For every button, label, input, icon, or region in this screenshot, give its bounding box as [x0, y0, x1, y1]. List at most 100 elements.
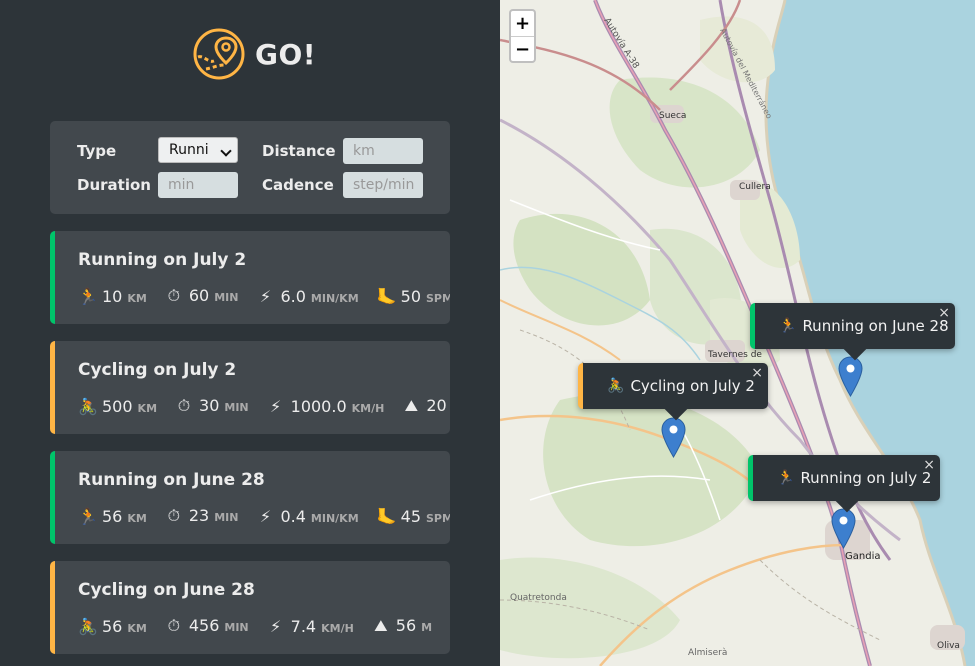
- elevation-value: 56: [395, 616, 417, 635]
- workout-details: 🏃 56 km ⏱ 23 min ⚡ 0.4 min/km 🦶 45 spm: [78, 506, 450, 526]
- duration-unit: min: [214, 291, 239, 304]
- workout-form: Type Runni Distance km Duration min Cade…: [50, 121, 450, 214]
- workout-title: Cycling on July 2: [78, 360, 237, 380]
- type-select-value: Runni: [169, 142, 209, 158]
- duration-value: 456: [188, 616, 220, 635]
- map-label: Autovía A-38: [601, 16, 640, 71]
- map[interactable]: Autovía A-38 Sueca Cullera Tavernes de G…: [500, 0, 975, 666]
- zoom-out-button[interactable]: −: [511, 36, 534, 61]
- pace-unit: min/km: [310, 291, 359, 305]
- workout-item[interactable]: Cycling on June 28 🚴 56 km ⏱ 456 min ⚡ 7.4 km/…: [50, 561, 450, 654]
- cyclist-icon: 🚴: [78, 616, 98, 636]
- map-marker-icon[interactable]: [661, 417, 686, 458]
- workout-type-bar: [50, 231, 55, 324]
- cadence-unit: spm: [426, 291, 450, 305]
- duration-placeholder: min: [168, 177, 195, 193]
- workout-item[interactable]: Running on June 28 🏃 56 km ⏱ 23 min ⚡ 0.4 min/…: [50, 451, 450, 544]
- popup-close-button[interactable]: ×: [751, 365, 763, 381]
- distance-value: 10: [102, 286, 123, 306]
- workout-pace: ⚡ 6.0 min/km: [256, 286, 359, 306]
- distance-unit: km: [137, 401, 158, 415]
- sidebar: GO! Type Runni Distance km Duration min …: [0, 0, 500, 666]
- stopwatch-icon: ⏱: [167, 506, 181, 525]
- map-pin-route-icon: [193, 28, 245, 80]
- duration-unit: min: [224, 401, 249, 414]
- speed-unit: km/h: [321, 621, 354, 635]
- foot-icon: 🦶: [376, 286, 397, 306]
- workout-speed: ⚡ 7.4 km/h: [267, 617, 354, 636]
- popup-close-button[interactable]: ×: [938, 305, 950, 321]
- workout-distance: 🚴 56 km: [78, 617, 147, 636]
- elevation-value: 20: [426, 396, 447, 415]
- duration-label: Duration: [77, 176, 151, 194]
- workout-item[interactable]: Cycling on July 2 🚴 500 km ⏱ 30 min ⚡ 1000.0 k…: [50, 341, 450, 434]
- map-marker-icon[interactable]: [831, 508, 856, 549]
- cyclist-icon: 🚴: [607, 378, 625, 394]
- distance-value: 500: [102, 396, 133, 416]
- cadence-input[interactable]: step/min: [343, 172, 423, 198]
- map-label: Gandia: [845, 551, 880, 562]
- lightning-icon: ⚡: [270, 396, 282, 416]
- speed-unit: km/h: [351, 401, 385, 415]
- speed-value: 1000.0: [290, 396, 347, 416]
- workout-elevation: ⛰ 56 m: [372, 616, 432, 636]
- cadence-value: 50: [400, 286, 421, 306]
- workout-distance: 🏃 56 km: [78, 507, 147, 526]
- pace-unit: min/km: [310, 511, 359, 525]
- workout-type-bar: [50, 561, 55, 654]
- workout-speed: ⚡ 1000.0 km/h: [267, 396, 385, 416]
- distance-input[interactable]: km: [343, 138, 423, 164]
- pace-value: 6.0: [280, 286, 306, 306]
- runner-icon: 🏃: [779, 318, 797, 334]
- stopwatch-icon: ⏱: [167, 286, 181, 305]
- map-label: Oliva: [937, 641, 960, 651]
- popup-close-button[interactable]: ×: [923, 457, 935, 473]
- workout-pace: ⚡ 0.4 min/km: [256, 506, 359, 526]
- workout-type-bar: [50, 341, 55, 434]
- runner-icon: 🏃: [777, 470, 795, 486]
- distance-label: Distance: [262, 142, 336, 160]
- popup-text: Cycling on July 2: [630, 377, 755, 395]
- duration-value: 30: [199, 396, 220, 415]
- popup-text: Running on July 2: [800, 469, 932, 487]
- runner-icon: 🏃: [78, 506, 98, 526]
- type-label: Type: [77, 142, 117, 160]
- cadence-unit: spm: [426, 511, 450, 525]
- logo: GO!: [192, 27, 316, 81]
- zoom-in-button[interactable]: +: [511, 11, 534, 36]
- distance-unit: km: [127, 291, 147, 305]
- workout-popup[interactable]: 🏃 Running on June 28 ×: [750, 303, 955, 361]
- workout-details: 🏃 10 km ⏱ 60 min ⚡ 6.0 min/km 🦶 50 spm: [78, 286, 450, 306]
- logo-text: GO!: [255, 37, 317, 71]
- map-marker-icon[interactable]: [838, 356, 863, 397]
- distance-unit: km: [127, 621, 147, 635]
- map-label: Quatretonda: [510, 593, 567, 603]
- elevation-unit: m: [421, 621, 433, 634]
- map-label: Tavernes de: [707, 350, 762, 360]
- speed-value: 7.4: [290, 616, 317, 636]
- workout-popup[interactable]: 🚴 Cycling on July 2 ×: [578, 363, 768, 421]
- workout-popup[interactable]: 🏃 Running on July 2 ×: [748, 455, 940, 513]
- workout-duration: ⏱ 30 min: [175, 396, 249, 416]
- workout-cadence: 🦶 45 spm: [377, 507, 450, 526]
- cadence-label: Cadence: [262, 176, 334, 194]
- type-select[interactable]: Runni: [158, 137, 238, 163]
- workout-distance: 🏃 10 km: [78, 287, 147, 306]
- lightning-icon: ⚡: [259, 506, 272, 526]
- mountain-icon: ⛰: [374, 616, 388, 635]
- map-label: Almiserà: [688, 648, 727, 658]
- workout-details: 🚴 56 km ⏱ 456 min ⚡ 7.4 km/h ⛰ 56 m: [78, 616, 450, 636]
- workout-duration: ⏱ 60 min: [165, 286, 239, 306]
- duration-unit: min: [214, 511, 239, 524]
- lightning-icon: ⚡: [259, 286, 272, 306]
- duration-input[interactable]: min: [158, 172, 238, 198]
- workout-item[interactable]: Running on July 2 🏃 10 km ⏱ 60 min ⚡ 6.0 min/k…: [50, 231, 450, 324]
- pace-value: 0.4: [280, 506, 306, 526]
- workout-duration: ⏱ 456 min: [165, 616, 249, 636]
- distance-placeholder: km: [353, 143, 375, 159]
- workout-title: Cycling on June 28: [78, 580, 255, 600]
- cadence-placeholder: step/min: [353, 177, 415, 193]
- workout-distance: 🚴 500 km: [78, 397, 157, 416]
- distance-unit: km: [127, 511, 147, 525]
- map-label: Cullera: [739, 182, 771, 192]
